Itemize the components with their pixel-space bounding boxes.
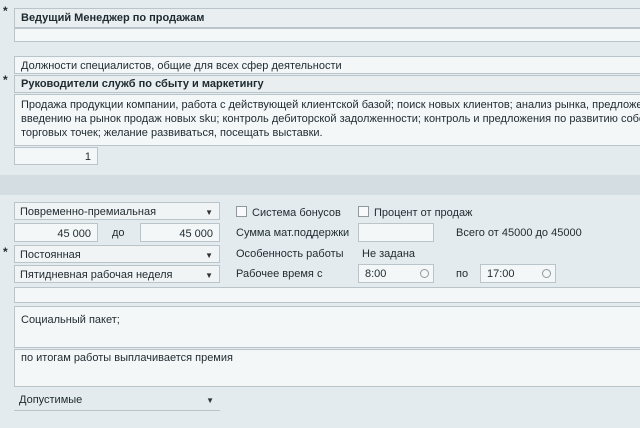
time-from-value: 8:00 [365,268,387,280]
vacancy-title: Ведущий Менеджер по продажам [21,12,205,24]
description-textarea[interactable]: Продажа продукции компании, работа с дей… [14,94,640,146]
time-to-input[interactable]: 17:00 [480,264,556,283]
sales-percent-label: Процент от продаж [374,207,473,219]
salary-total: Всего от 45000 до 45000 [456,227,582,239]
salary-to-value: 45 000 [179,228,213,240]
clock-icon[interactable] [542,269,551,278]
schedule-select[interactable]: Пятидневная рабочая неделя ▼ [14,265,220,283]
work-feature-label: Особенность работы [236,248,344,260]
bonus-system-label: Система бонусов [252,207,341,219]
bonus-note-textarea[interactable]: по итогам работы выплачивается премия [14,349,640,387]
subcategory-value: Руководители служб по сбыту и маркетингу [21,78,264,90]
conditions-underline [14,410,220,411]
chevron-down-icon: ▼ [205,271,213,280]
description-line-2: введению на рынок продаж новых sku; конт… [21,113,640,125]
conditions-select[interactable]: Допустимые ▼ [14,391,220,409]
extra-field-empty[interactable] [14,287,640,303]
sales-percent-checkbox[interactable]: Процент от продаж [358,206,472,219]
vacancy-title-field[interactable]: Ведущий Менеджер по продажам [14,8,640,28]
bonus-system-checkbox[interactable]: Система бонусов [236,206,341,219]
salary-to-label: до [112,227,125,239]
description-line-1: Продажа продукции компании, работа с дей… [21,99,640,111]
chevron-down-icon: ▼ [205,251,213,260]
employment-type-value: Постоянная [20,249,81,261]
bonus-note-value: по итогам работы выплачивается премия [21,352,233,364]
time-to-label: по [456,268,469,280]
social-package-textarea[interactable]: Социальный пакет; [14,306,640,348]
vacancy-title-extra-field[interactable] [14,28,640,42]
vacancy-count: 1 [84,151,91,163]
time-from-input[interactable]: 8:00 [358,264,434,283]
required-mark-title: * [3,4,8,18]
clock-icon[interactable] [420,269,429,278]
required-mark-subcategory: * [3,73,8,87]
salary-from-value: 45 000 [57,228,91,240]
subcategory-field[interactable]: Руководители служб по сбыту и маркетингу [14,75,640,93]
vacancy-count-field[interactable]: 1 [14,147,98,165]
salary-from-input[interactable]: 45 000 [14,223,98,242]
checkbox-icon [236,206,247,217]
section-divider [0,175,640,195]
schedule-value: Пятидневная рабочая неделя [20,269,173,281]
social-package-value: Социальный пакет; [21,314,120,326]
salary-to-input[interactable]: 45 000 [140,223,220,242]
conditions-value: Допустимые [19,394,83,406]
checkbox-icon [358,206,369,217]
chevron-down-icon: ▼ [206,396,214,405]
description-line-3: торговых точек; желание развиваться, пос… [21,127,323,139]
category-field[interactable]: Должности специалистов, общие для всех с… [14,56,640,74]
material-support-label: Сумма мат.поддержки [236,227,350,239]
employment-type-select[interactable]: Постоянная ▼ [14,245,220,263]
material-support-input[interactable] [358,223,434,242]
chevron-down-icon: ▼ [205,208,213,217]
work-feature-value[interactable]: Не задана [362,248,415,260]
time-to-value: 17:00 [487,268,515,280]
work-time-label: Рабочее время с [236,268,323,280]
salary-type-value: Повременно-премиальная [20,206,157,218]
salary-type-select[interactable]: Повременно-премиальная ▼ [14,202,220,220]
required-mark-employment: * [3,245,8,259]
category-value: Должности специалистов, общие для всех с… [21,60,342,72]
